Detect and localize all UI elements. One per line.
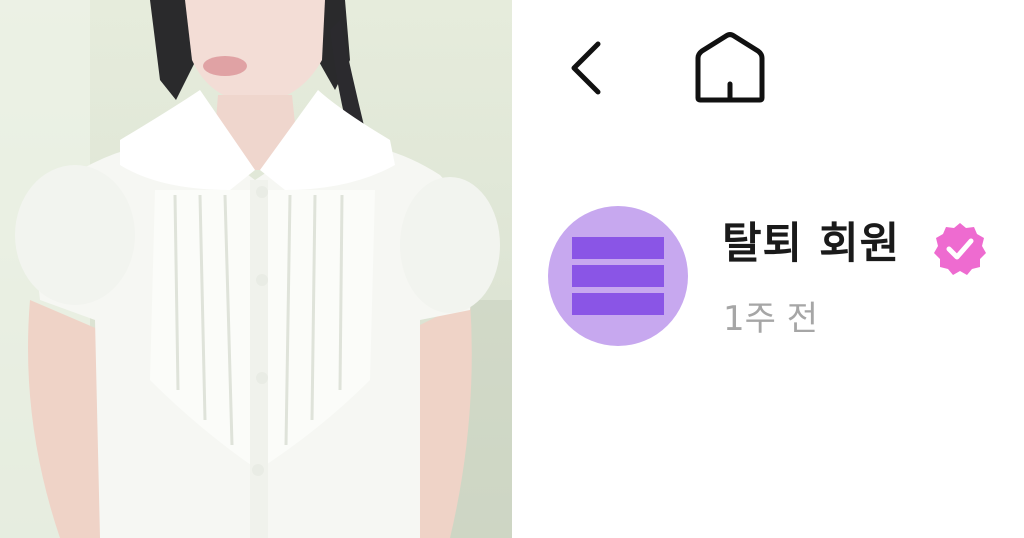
avatar-bar — [572, 237, 664, 259]
post-header-panel: 탈퇴 회원 1주 전 — [512, 0, 1024, 538]
avatar-bar — [572, 293, 664, 315]
back-button[interactable] — [568, 36, 612, 100]
chevron-left-icon — [571, 41, 601, 95]
verified-badge — [932, 220, 988, 276]
author-avatar[interactable] — [548, 206, 688, 346]
home-button[interactable] — [692, 30, 768, 104]
author-name[interactable]: 탈퇴 회원 — [722, 214, 900, 274]
photo-illustration — [0, 0, 512, 538]
post-photo — [0, 0, 512, 538]
home-icon — [695, 32, 765, 103]
avatar-bar — [572, 265, 664, 287]
verified-check-icon — [934, 223, 986, 275]
post-timestamp: 1주 전 — [723, 299, 818, 339]
